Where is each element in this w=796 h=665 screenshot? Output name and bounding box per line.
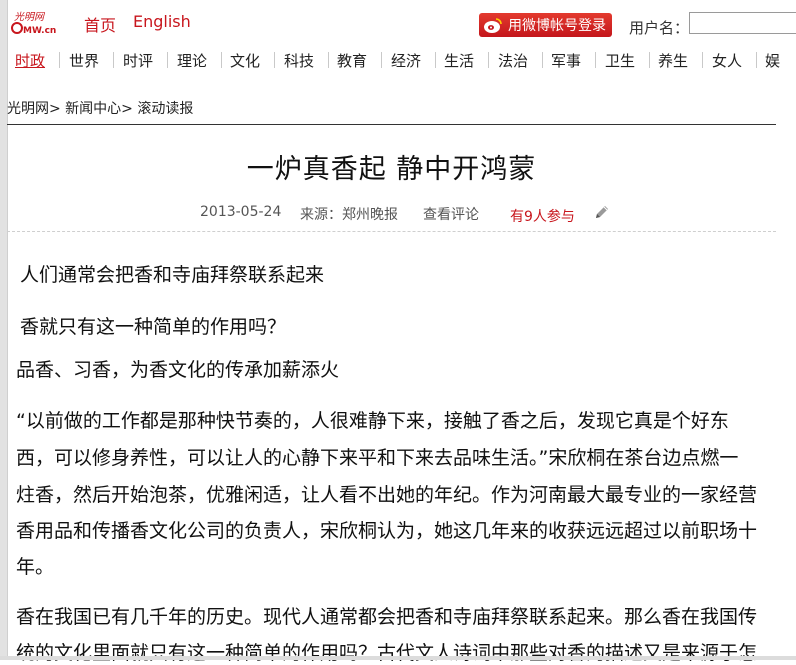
window-frame-bottom	[0, 656, 796, 660]
channel-divider	[381, 52, 382, 68]
paragraph-line: 西，可以修身养性，可以让人的心静下来平和下来去品味生活。”宋欣桐在茶台边点燃一	[16, 447, 739, 469]
article-date: 2013-05-24	[200, 204, 282, 220]
channel-world[interactable]: 世界	[69, 50, 99, 71]
channel-law[interactable]: 法治	[498, 50, 528, 71]
header-divider	[7, 124, 776, 125]
channel-women[interactable]: 女人	[712, 50, 742, 71]
channel-divider	[595, 52, 596, 68]
nav-home-link[interactable]: 首页	[84, 12, 116, 36]
weibo-login-label: 用微博帐号登录	[508, 18, 606, 34]
username-label: 用户名：	[629, 19, 690, 37]
channel-divider	[435, 52, 436, 68]
breadcrumb[interactable]: 光明网> 新闻中心> 滚动读报	[7, 98, 193, 118]
weibo-icon	[484, 18, 502, 33]
article-subtitle: 人们通常会把香和寺庙拜祭联系起来	[20, 264, 325, 286]
paragraph-line: “以前做的工作都是那种快节奏的，人很难静下来，接触了香之后，发现它真是个好东	[16, 410, 729, 432]
paragraph-line: 年。	[16, 556, 55, 578]
svg-text:光明网: 光明网	[14, 11, 46, 23]
paragraph-line: 香在我国已有几千年的历史。现代人通常都会把香和寺庙拜祭联系起来。那么香在我国传	[16, 606, 758, 628]
channel-divider	[702, 52, 703, 68]
channel-wellness[interactable]: 养生	[658, 50, 688, 71]
channel-education[interactable]: 教育	[337, 50, 367, 71]
channel-politics[interactable]: 时政	[15, 50, 45, 71]
channel-commentary[interactable]: 时评	[123, 50, 153, 71]
paragraph-line: 炷香，然后开始泡茶，优雅闲适，让人看不出她的年纪。作为河南最大最专业的一家经营	[16, 484, 758, 506]
username-input[interactable]	[689, 12, 796, 34]
channel-nav: 时政 世界 时评 理论 文化 科技 教育 经济 生活 法治 军事 卫生 养生 女…	[7, 47, 796, 73]
channel-divider	[542, 52, 543, 68]
channel-divider	[488, 52, 489, 68]
channel-life[interactable]: 生活	[444, 50, 474, 71]
channel-theory[interactable]: 理论	[177, 50, 207, 71]
paragraph-line: 香用品和传播香文化公司的负责人，宋欣桐认为，她这几年来的收获远远超过以前职场十	[16, 520, 758, 542]
channel-economy[interactable]: 经济	[391, 50, 421, 71]
channel-divider	[328, 52, 329, 68]
view-comments-link[interactable]: 查看评论	[423, 204, 479, 224]
nav-english-link[interactable]: English	[133, 12, 191, 31]
participants-count[interactable]: 有9人参与	[510, 206, 575, 226]
meta-divider	[7, 231, 776, 232]
channel-health[interactable]: 卫生	[605, 50, 635, 71]
channel-divider	[649, 52, 650, 68]
channel-military[interactable]: 军事	[551, 50, 581, 71]
article-subtitle: 香就只有这一种简单的作用吗？	[20, 316, 287, 338]
article-subtitle: 品香、习香，为香文化的传承加薪添火	[16, 359, 340, 381]
channel-divider	[59, 52, 60, 68]
channel-divider	[113, 52, 114, 68]
channel-entertainment[interactable]: 娱	[765, 50, 785, 71]
article-source: 来源：郑州晚报	[300, 207, 398, 223]
channel-culture[interactable]: 文化	[230, 50, 260, 71]
top-bar: 光明网 MW.cn 首页 English 用微博帐号登录 用户名：	[7, 0, 796, 42]
channel-divider	[756, 52, 757, 68]
article-title: 一炉真香起 静中开鸿蒙	[246, 154, 537, 185]
channel-tech[interactable]: 科技	[284, 50, 314, 71]
pencil-icon[interactable]	[593, 203, 611, 221]
paragraph-line: 统的文化里面就只有这一种简单的作用吗？古代文人诗词中那些对香的描述又是来源于怎	[16, 642, 758, 664]
channel-divider	[221, 52, 222, 68]
svg-text:MW.cn: MW.cn	[23, 26, 56, 36]
channel-divider	[274, 52, 275, 68]
gmw-logo[interactable]: 光明网 MW.cn	[10, 10, 66, 36]
weibo-login-button[interactable]: 用微博帐号登录	[479, 13, 612, 37]
channel-divider	[167, 52, 168, 68]
